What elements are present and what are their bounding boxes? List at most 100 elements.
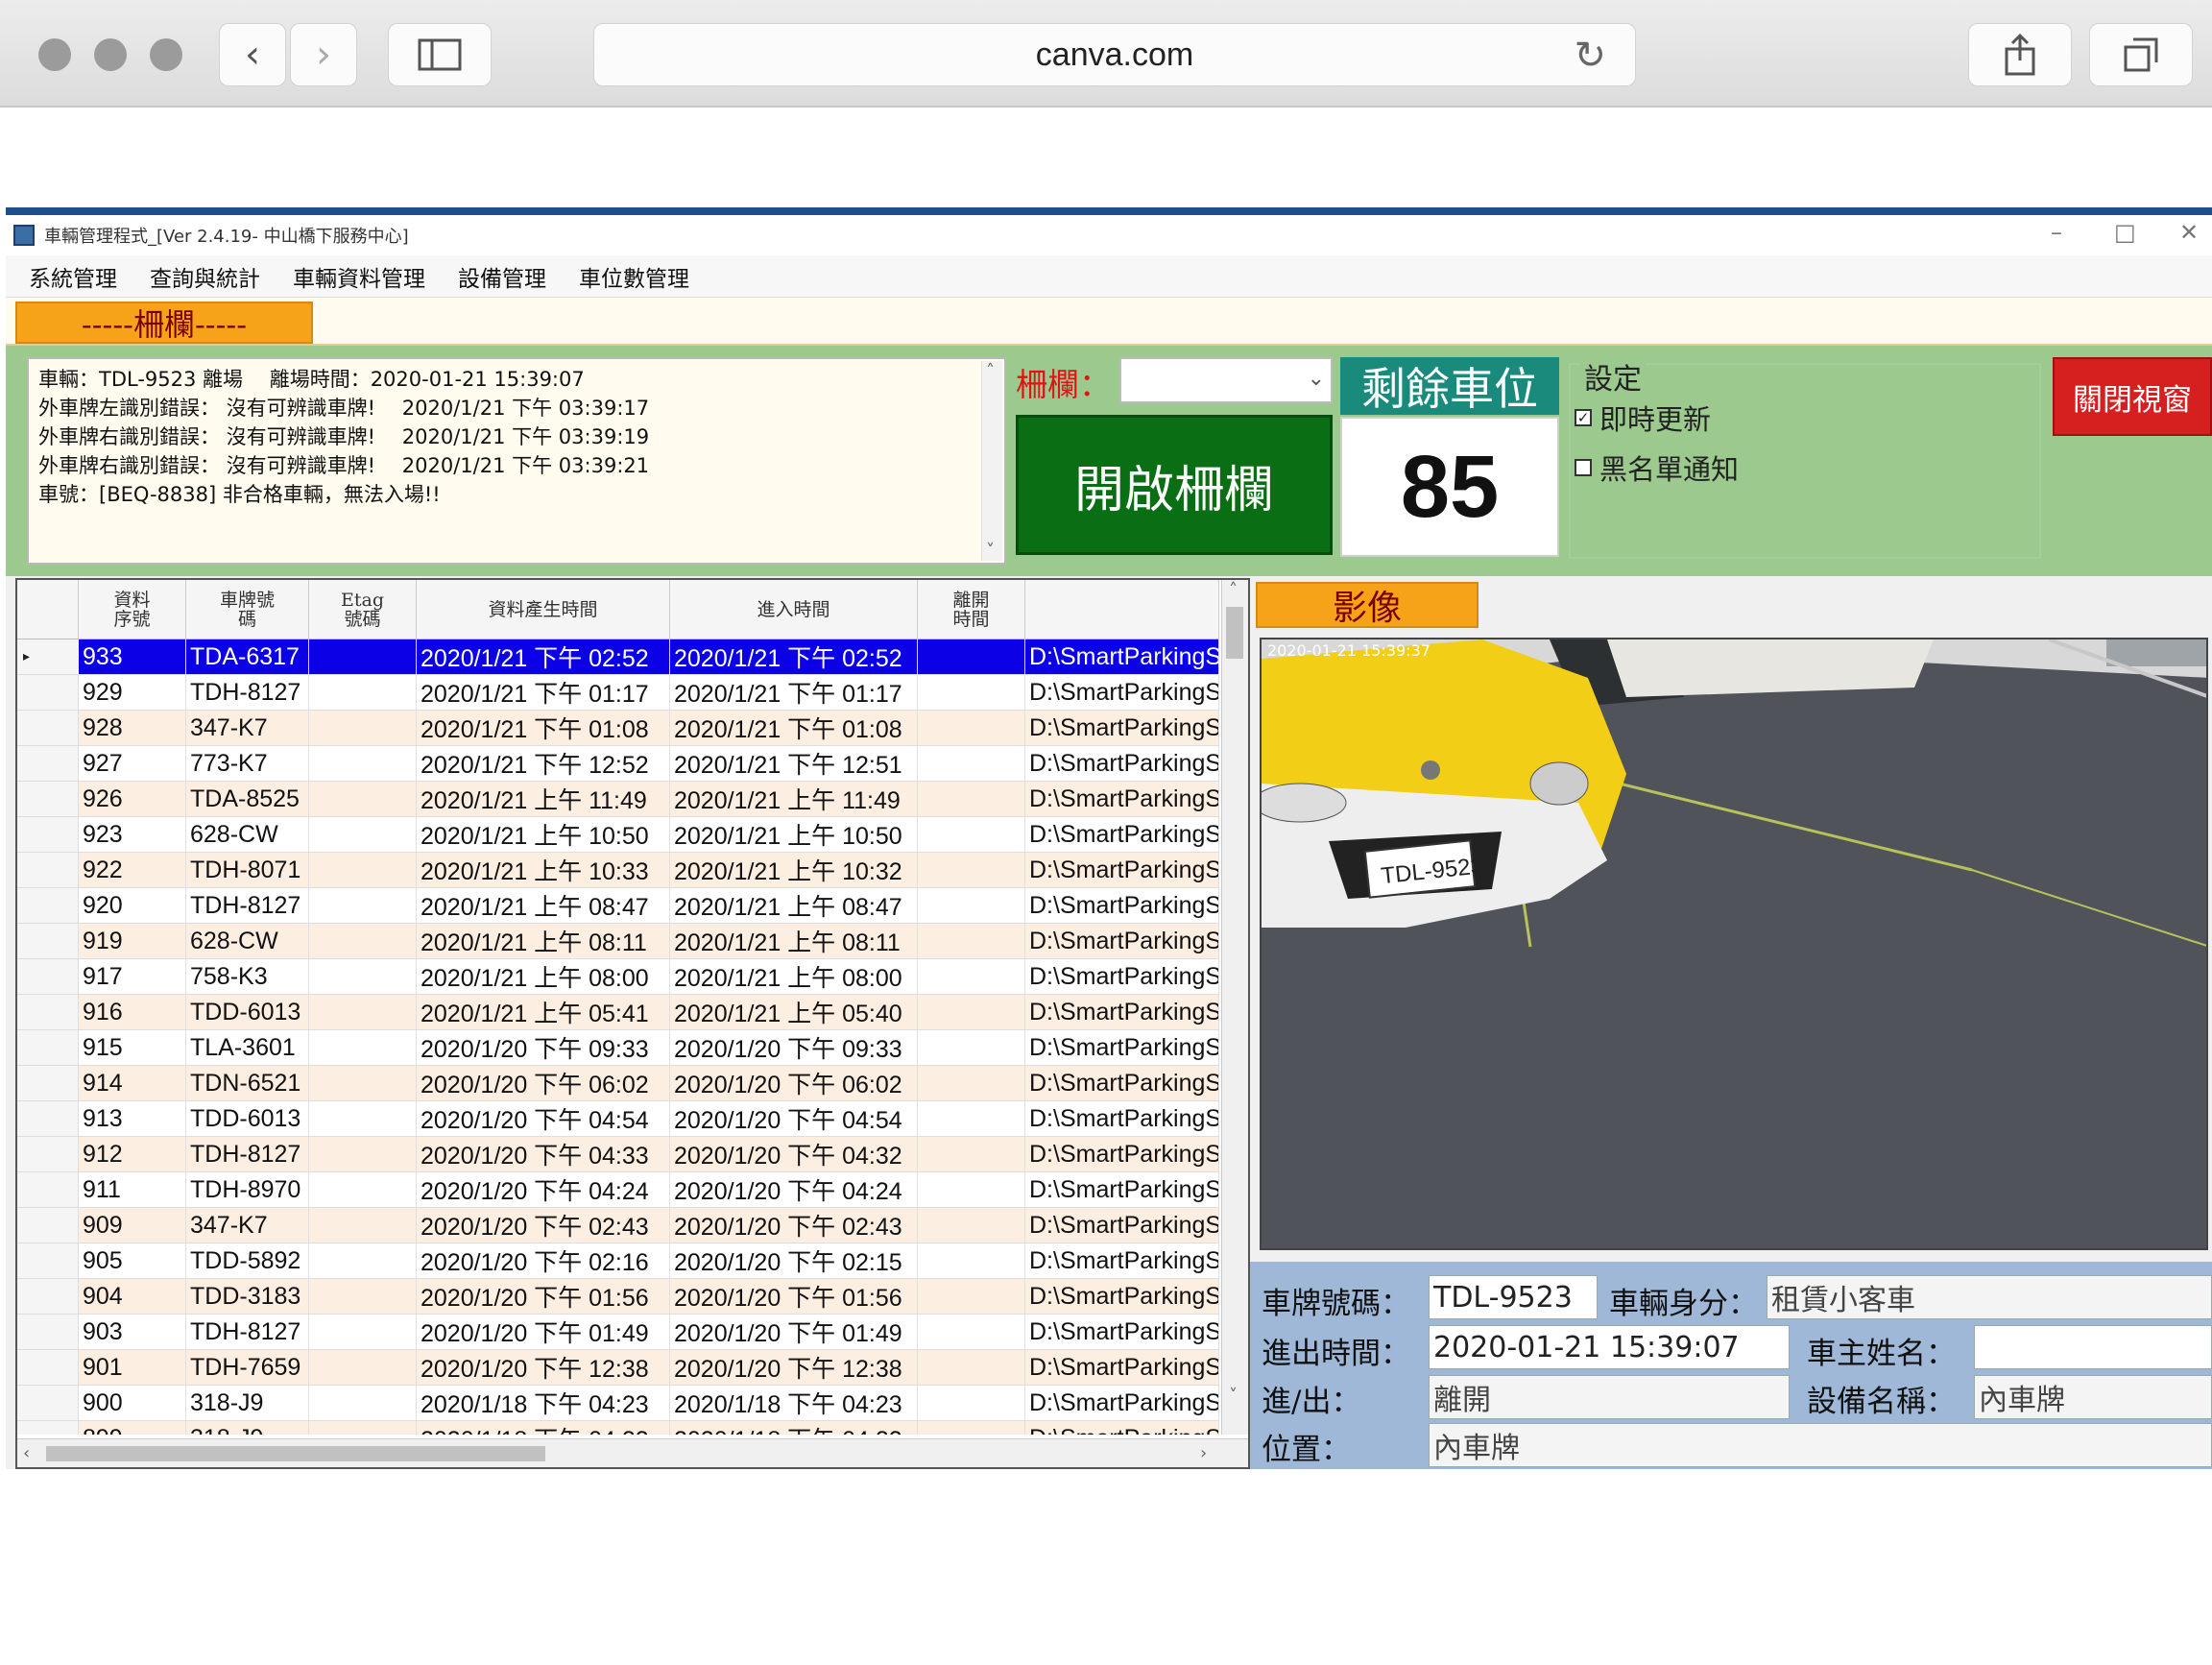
scroll-thumb[interactable] — [46, 1446, 545, 1461]
table-cell[interactable]: 2020/1/21 上午 08:11 — [417, 924, 670, 958]
table-cell[interactable]: 2020/1/21 下午 02:52 — [417, 639, 670, 674]
table-row[interactable]: 914 TDN-6521 2020/1/20 下午 06:02 2020/1/20 下… — [17, 1066, 1219, 1101]
table-cell[interactable]: TDD-6013 — [186, 1101, 309, 1136]
table-cell[interactable]: 758-K3 — [186, 959, 309, 994]
table-row[interactable]: 928 347-K7 2020/1/21 下午 01:08 2020/1/21 下午 … — [17, 711, 1219, 746]
table-cell[interactable] — [918, 1030, 1025, 1065]
table-row[interactable]: 900 318-J9 2020/1/18 下午 04:23 2020/1/18 下午 … — [17, 1386, 1219, 1421]
table-cell[interactable]: 2020/1/21 下午 01:08 — [670, 711, 918, 745]
table-cell[interactable] — [309, 1030, 417, 1065]
table-cell[interactable] — [309, 1279, 417, 1314]
table-row[interactable]: 904 TDD-3183 2020/1/20 下午 01:56 2020/1/20 下… — [17, 1279, 1219, 1315]
table-cell[interactable]: 2020/1/21 下午 01:08 — [417, 711, 670, 745]
scroll-down-icon[interactable]: ˅ — [986, 541, 995, 561]
table-cell[interactable] — [918, 1315, 1025, 1349]
table-cell[interactable]: D:\SmartParkingS — [1025, 639, 1219, 674]
table-cell[interactable]: 2020/1/21 上午 08:00 — [417, 959, 670, 994]
table-cell[interactable] — [309, 959, 417, 994]
row-header[interactable] — [17, 675, 79, 710]
table-cell[interactable]: 2020/1/21 上午 10:33 — [417, 853, 670, 887]
column-header[interactable]: 車牌號 碼 — [186, 580, 309, 639]
menu-parking-count[interactable]: 車位數管理 — [579, 260, 689, 293]
table-cell[interactable]: 2020/1/20 下午 04:24 — [417, 1172, 670, 1207]
checkbox-checked-icon[interactable]: ✓ — [1575, 409, 1592, 426]
table-cell[interactable]: 773-K7 — [186, 746, 309, 781]
row-header[interactable] — [17, 924, 79, 958]
table-cell[interactable]: 2020/1/18 下午 04:23 — [670, 1386, 918, 1420]
table-cell[interactable]: 901 — [79, 1350, 186, 1385]
address-bar[interactable]: canva.com ↻ — [593, 23, 1636, 86]
scroll-left-icon[interactable]: ‹ — [23, 1443, 30, 1463]
scroll-up-icon[interactable]: ˄ — [986, 361, 995, 381]
table-cell[interactable] — [918, 782, 1025, 816]
table-cell[interactable]: 2020/1/20 下午 04:54 — [417, 1101, 670, 1136]
table-cell[interactable] — [309, 1208, 417, 1243]
table-cell[interactable]: 2020/1/21 上午 11:49 — [417, 782, 670, 816]
table-cell[interactable] — [309, 1172, 417, 1207]
table-cell[interactable]: 2020/1/20 下午 02:43 — [417, 1208, 670, 1243]
table-cell[interactable]: 2020/1/20 下午 02:15 — [670, 1243, 918, 1278]
time-field[interactable]: 2020-01-21 15:39:07 — [1429, 1325, 1790, 1369]
table-cell[interactable]: 2020/1/21 下午 01:17 — [417, 675, 670, 710]
table-cell[interactable] — [918, 995, 1025, 1029]
table-cell[interactable]: D:\SmartParkingS — [1025, 924, 1219, 958]
table-cell[interactable]: D:\SmartParkingS — [1025, 1137, 1219, 1171]
table-cell[interactable]: D:\SmartParkingS — [1025, 1243, 1219, 1278]
table-row[interactable]: ▸ 933 TDA-6317 2020/1/21 下午 02:52 2020/1/21 … — [17, 639, 1219, 675]
column-header[interactable]: 資料 序號 — [79, 580, 186, 639]
table-cell[interactable]: 2020/1/21 上午 11:49 — [670, 782, 918, 816]
table-cell[interactable]: TLA-3601 — [186, 1030, 309, 1065]
tabs-button[interactable] — [2089, 23, 2193, 86]
table-cell[interactable]: 2020/1/20 下午 04:24 — [670, 1172, 918, 1207]
checkbox-unchecked-icon[interactable] — [1575, 459, 1592, 476]
table-row[interactable]: 929 TDH-8127 2020/1/21 下午 01:17 2020/1/21 下… — [17, 675, 1219, 711]
table-cell[interactable] — [918, 888, 1025, 923]
table-cell[interactable]: 919 — [79, 924, 186, 958]
table-cell[interactable]: TDH-8127 — [186, 1137, 309, 1171]
table-cell[interactable]: TDH-8071 — [186, 853, 309, 887]
table-cell[interactable]: 917 — [79, 959, 186, 994]
table-cell[interactable]: TDH-8970 — [186, 1172, 309, 1207]
row-header[interactable] — [17, 1101, 79, 1136]
table-cell[interactable]: D:\SmartParkingS — [1025, 888, 1219, 923]
table-cell[interactable]: TDA-6317 — [186, 639, 309, 674]
table-cell[interactable] — [918, 959, 1025, 994]
image-tab[interactable]: 影像 — [1256, 582, 1479, 628]
scroll-up-icon[interactable]: ˄ — [1229, 580, 1238, 600]
table-cell[interactable]: 922 — [79, 853, 186, 887]
table-cell[interactable]: 2020/1/21 下午 01:17 — [670, 675, 918, 710]
table-cell[interactable]: 900 — [79, 1386, 186, 1420]
table-cell[interactable]: 905 — [79, 1243, 186, 1278]
realtime-update-checkbox[interactable]: ✓ 即時更新 — [1575, 398, 1711, 438]
table-cell[interactable]: 2020/1/20 下午 04:33 — [417, 1137, 670, 1171]
table-row[interactable]: 917 758-K3 2020/1/21 上午 08:00 2020/1/21 上午 … — [17, 959, 1219, 995]
table-cell[interactable]: TDH-8127 — [186, 1315, 309, 1349]
table-row[interactable]: 909 347-K7 2020/1/20 下午 02:43 2020/1/20 下午 … — [17, 1208, 1219, 1243]
table-cell[interactable] — [309, 924, 417, 958]
table-cell[interactable]: 912 — [79, 1137, 186, 1171]
table-cell[interactable]: 920 — [79, 888, 186, 923]
table-cell[interactable]: D:\SmartParkingS — [1025, 1101, 1219, 1136]
table-cell[interactable]: 926 — [79, 782, 186, 816]
forward-button[interactable]: › — [290, 23, 357, 86]
table-cell[interactable] — [309, 1421, 417, 1435]
table-cell[interactable]: D:\SmartParkingS — [1025, 746, 1219, 781]
table-cell[interactable] — [918, 1386, 1025, 1420]
gate-select[interactable]: ⌄ — [1119, 357, 1333, 403]
table-cell[interactable]: 911 — [79, 1172, 186, 1207]
table-cell[interactable]: TDD-6013 — [186, 995, 309, 1029]
table-cell[interactable]: 933 — [79, 639, 186, 674]
table-cell[interactable]: TDA-8525 — [186, 782, 309, 816]
table-cell[interactable]: D:\SmartParkingS — [1025, 995, 1219, 1029]
table-cell[interactable]: 2020/1/20 下午 01:49 — [417, 1315, 670, 1349]
event-log[interactable]: 車輛：TDL-9523 離場 離場時間：2020-01-21 15:39:07 … — [27, 357, 1006, 565]
table-cell[interactable]: 2020/1/21 上午 05:40 — [670, 995, 918, 1029]
window-close-dot[interactable] — [38, 38, 71, 71]
table-cell[interactable]: 2020/1/21 上午 05:41 — [417, 995, 670, 1029]
table-row[interactable]: 913 TDD-6013 2020/1/20 下午 04:54 2020/1/20 下… — [17, 1101, 1219, 1137]
table-cell[interactable] — [918, 1066, 1025, 1100]
table-row[interactable]: 905 TDD-5892 2020/1/20 下午 02:16 2020/1/20 下… — [17, 1243, 1219, 1279]
plate-field[interactable]: TDL-9523 — [1429, 1275, 1598, 1319]
table-cell[interactable] — [918, 711, 1025, 745]
table-row[interactable]: 901 TDH-7659 2020/1/20 下午 12:38 2020/1/20 下… — [17, 1350, 1219, 1386]
